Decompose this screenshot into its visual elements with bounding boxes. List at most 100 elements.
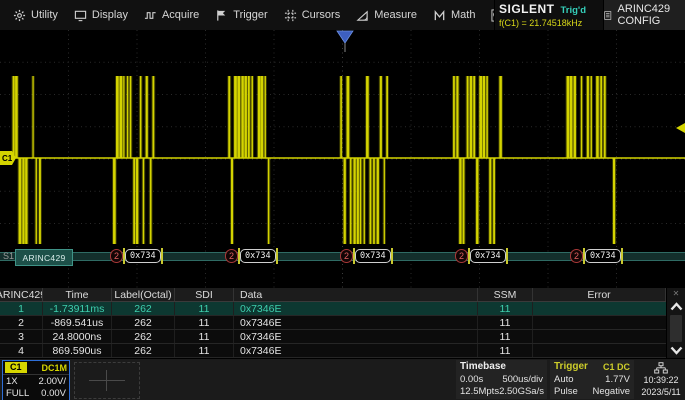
- menu-acquire-label: Acquire: [162, 9, 199, 21]
- timebase-box[interactable]: Timebase 0.00s 500us/div 12.5Mpts 2.50GS…: [456, 360, 547, 399]
- trigger-slope: Negative: [593, 386, 631, 397]
- column-header: Data: [234, 288, 478, 301]
- decode-bubble: 20x734: [110, 248, 161, 263]
- table-cell: 11: [478, 344, 533, 357]
- menu-measure[interactable]: Measure: [349, 0, 424, 30]
- trigger-type: Pulse: [554, 386, 578, 397]
- table-cell: 11: [478, 330, 533, 343]
- column-header: SDI: [175, 288, 234, 301]
- table-cell: 11: [175, 302, 234, 315]
- acquire-icon: [144, 9, 157, 22]
- timebase-memory: 12.5Mpts: [460, 386, 499, 397]
- timebase-delay: 0.00s: [460, 374, 483, 385]
- decode-data-value: 0x734: [470, 249, 506, 263]
- table-cell: 262: [112, 330, 175, 343]
- menu-items: Utility Display Acquire Trigger Cursors …: [0, 0, 494, 30]
- menu-cursors-label: Cursors: [302, 9, 341, 21]
- menu-math-label: Math: [451, 9, 475, 21]
- menu-trigger[interactable]: Trigger: [208, 0, 274, 30]
- table-cell: [533, 330, 666, 343]
- decode-data-value: 0x734: [125, 249, 161, 263]
- table-cell: 262: [112, 344, 175, 357]
- channel1-coupling: DC1M: [41, 363, 67, 373]
- decode-source-label: S1: [3, 251, 14, 261]
- scrollbar-thumb[interactable]: [670, 315, 682, 342]
- channel1-box[interactable]: C1 DC1M 1X 2.00V/ FULL 0.00V: [2, 360, 70, 400]
- table-cell: 4: [0, 344, 43, 357]
- decode-bubble: 20x734: [570, 248, 621, 263]
- decode-bubble: 20x734: [340, 248, 391, 263]
- scroll-up-button[interactable]: [668, 299, 684, 314]
- menu-acquire[interactable]: Acquire: [137, 0, 206, 30]
- decode-label-value: 2: [570, 249, 583, 263]
- decode-bus-button[interactable]: ARINC429: [15, 249, 73, 266]
- table-cell: 11: [175, 344, 234, 357]
- table-cell: 24.8000ns: [43, 330, 112, 343]
- menu-display[interactable]: Display: [67, 0, 135, 30]
- table-scrollbar[interactable]: ✕: [666, 288, 685, 358]
- trigger-box[interactable]: Trigger C1 DC Auto 1.77V Pulse Negative: [550, 360, 634, 399]
- table-row[interactable]: 1-1.73911ms262110x7346E11: [0, 302, 666, 316]
- table-cell: 0x7346E: [234, 344, 478, 357]
- table-cell: 1: [0, 302, 43, 315]
- frequency-counter: f(C1) = 21.74518kHz: [499, 18, 599, 28]
- arinc429-config-button[interactable]: ARINC429 CONFIG: [604, 0, 685, 30]
- svg-text:C1: C1: [2, 154, 13, 163]
- trigger-flag-icon: [215, 9, 228, 22]
- channel1-badge: C1: [5, 362, 27, 373]
- channel1-offset: 0.00V: [41, 388, 66, 399]
- decode-table-header: ARINC429TimeLabel(Octal)SDIDataSSMError: [0, 288, 666, 302]
- table-cell: 11: [175, 316, 234, 329]
- add-channel-button[interactable]: [74, 362, 140, 399]
- decode-bubble: 20x734: [225, 248, 276, 263]
- column-header: Label(Octal): [112, 288, 175, 301]
- gear-icon: [13, 9, 26, 22]
- channel1-scale: 2.00V/: [39, 376, 66, 387]
- clock-box[interactable]: 10:39:22 2023/5/11: [637, 360, 685, 399]
- table-cell: 262: [112, 316, 175, 329]
- brand-status-block: SIGLENT Trig'd f(C1) = 21.74518kHz: [494, 0, 604, 30]
- table-cell: [533, 316, 666, 329]
- chevron-up-icon: [670, 302, 683, 311]
- menu-math[interactable]: Math: [426, 0, 482, 30]
- column-header: ARINC429: [0, 288, 43, 301]
- table-close-icon[interactable]: ✕: [673, 288, 680, 299]
- column-header: Time: [43, 288, 112, 301]
- brand-logo: SIGLENT: [499, 2, 555, 16]
- trigger-position-marker[interactable]: [337, 31, 353, 43]
- menu-measure-label: Measure: [374, 9, 417, 21]
- column-header: Error: [533, 288, 666, 301]
- decode-data-value: 0x734: [355, 249, 391, 263]
- table-row[interactable]: 4869.590us262110x7346E11: [0, 344, 666, 358]
- trigger-mode: Auto: [554, 374, 574, 385]
- decode-bubble: 20x734: [455, 248, 506, 263]
- menu-trigger-label: Trigger: [233, 9, 267, 21]
- table-row[interactable]: 324.8000ns262110x7346E11: [0, 330, 666, 344]
- chevron-down-icon: [670, 346, 683, 355]
- table-cell: -869.541us: [43, 316, 112, 329]
- decode-table: ARINC429TimeLabel(Octal)SDIDataSSMError1…: [0, 288, 685, 358]
- table-cell: 11: [478, 302, 533, 315]
- table-cell: -1.73911ms: [43, 302, 112, 315]
- trigger-level: 1.77V: [605, 374, 630, 385]
- table-row[interactable]: 2-869.541us262110x7346E11: [0, 316, 666, 330]
- plus-icon: [89, 380, 125, 381]
- decode-data-value: 0x734: [585, 249, 621, 263]
- table-cell: 262: [112, 302, 175, 315]
- table-cell: 2: [0, 316, 43, 329]
- plus-icon: [106, 370, 107, 391]
- network-icon: [654, 362, 668, 374]
- trigger-level-marker[interactable]: [676, 123, 685, 133]
- status-bar: C1 DC1M 1X 2.00V/ FULL 0.00V Timebase 0.…: [0, 358, 685, 400]
- table-cell: 3: [0, 330, 43, 343]
- table-cell: 0x7346E: [234, 316, 478, 329]
- table-cell: [533, 302, 666, 315]
- math-icon: [433, 9, 446, 22]
- scroll-down-button[interactable]: [668, 343, 684, 358]
- trigger-source: C1 DC: [603, 362, 630, 372]
- decode-label-value: 2: [110, 249, 123, 263]
- menu-display-label: Display: [92, 9, 128, 21]
- menu-cursors[interactable]: Cursors: [277, 0, 348, 30]
- decode-table-body: ARINC429TimeLabel(Octal)SDIDataSSMError1…: [0, 288, 666, 358]
- menu-utility[interactable]: Utility: [6, 0, 65, 30]
